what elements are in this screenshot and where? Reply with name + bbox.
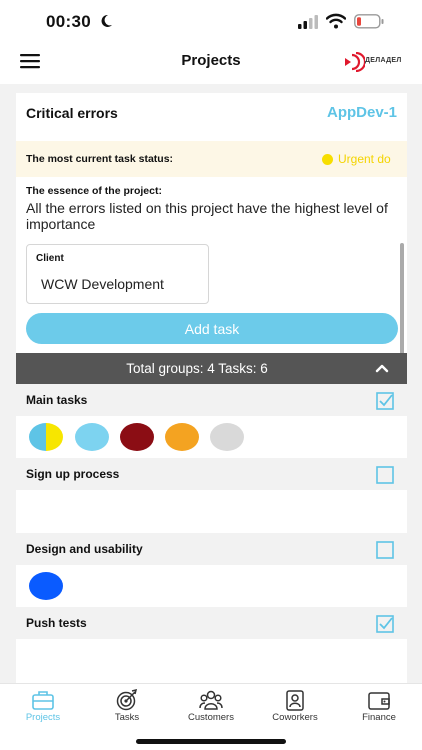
checkbox-unchecked-icon[interactable]	[376, 541, 394, 559]
tab-tasks[interactable]: Tasks	[84, 684, 168, 729]
project-card: Critical errors AppDev-1 The most curren…	[16, 93, 407, 683]
wifi-icon	[326, 13, 346, 29]
logo-text: ДЕЛАДЕЛ	[365, 57, 402, 64]
client-field[interactable]: Client WCW Development	[26, 244, 209, 304]
group-tasks-design-and-usability	[16, 565, 407, 606]
group-title: Main tasks	[26, 393, 88, 407]
checkbox-checked-icon[interactable]	[376, 615, 394, 633]
groups-summary-bar[interactable]: Total groups: 4 Tasks: 6	[16, 353, 407, 384]
group-title: Design and usability	[26, 542, 143, 556]
group-tasks-main-tasks	[16, 416, 407, 456]
status-time: 00:30	[46, 12, 91, 31]
tab-label: Tasks	[114, 712, 140, 723]
wallet-icon	[368, 692, 390, 710]
customers-icon	[199, 690, 223, 710]
group-header-sign-up-process[interactable]: Sign up process	[16, 458, 407, 490]
task-dot[interactable]	[29, 572, 63, 600]
task-dot[interactable]	[75, 423, 109, 451]
chevron-up-icon[interactable]	[375, 363, 389, 373]
task-status-row: The most current task status: Urgent do	[16, 141, 407, 177]
app-header: Projects ДЕЛАДЕЛ	[0, 44, 422, 84]
moon-icon	[101, 14, 112, 27]
tab-projects[interactable]: Projects	[0, 684, 84, 729]
tab-finance[interactable]: Finance	[336, 684, 420, 729]
tab-customers[interactable]: Customers	[168, 684, 252, 729]
essence-text: All the errors listed on this project ha…	[26, 200, 388, 232]
task-status-label: The most current task status:	[26, 153, 174, 165]
checkbox-unchecked-icon[interactable]	[376, 466, 394, 484]
group-title: Push tests	[26, 616, 87, 630]
tab-coworkers[interactable]: Coworkers	[252, 684, 336, 729]
target-icon	[116, 689, 138, 711]
battery-icon	[354, 14, 384, 29]
badge-icon	[286, 690, 304, 711]
tab-label: Coworkers	[272, 712, 318, 723]
home-indicator	[136, 739, 286, 744]
tab-label: Customers	[188, 712, 234, 723]
tab-label: Projects	[25, 712, 61, 723]
task-dot[interactable]	[210, 423, 244, 451]
task-status-value: Urgent do	[338, 152, 391, 166]
project-card-header: Critical errors AppDev-1	[16, 93, 407, 139]
cellular-signal-icon	[298, 15, 318, 29]
task-dot[interactable]	[29, 423, 63, 451]
status-bar: 00:30	[0, 0, 422, 44]
tab-label: Finance	[362, 712, 396, 723]
checkbox-checked-icon[interactable]	[376, 392, 394, 410]
group-tasks-push-tests	[16, 639, 407, 683]
project-code: AppDev-1	[326, 104, 397, 121]
project-name: Critical errors	[26, 105, 118, 121]
group-header-main-tasks[interactable]: Main tasks	[16, 384, 407, 416]
client-label: Client	[36, 253, 64, 264]
group-title: Sign up process	[26, 467, 120, 481]
group-header-design-and-usability[interactable]: Design and usability	[16, 533, 407, 565]
add-task-button[interactable]: Add task	[26, 313, 398, 344]
group-header-push-tests[interactable]: Push tests	[16, 607, 407, 639]
group-tasks-sign-up-process	[16, 490, 407, 532]
groups-summary-text: Total groups: 4 Tasks: 6	[126, 361, 268, 376]
essence-label: The essence of the project:	[26, 185, 162, 197]
brand-logo: ДЕЛАДЕЛ	[343, 52, 405, 72]
status-dot-icon	[322, 154, 333, 165]
task-dot[interactable]	[165, 423, 199, 451]
logo-mark-icon	[345, 52, 365, 72]
briefcase-icon	[32, 691, 54, 710]
task-dot[interactable]	[120, 423, 154, 451]
client-value: WCW Development	[41, 276, 164, 292]
